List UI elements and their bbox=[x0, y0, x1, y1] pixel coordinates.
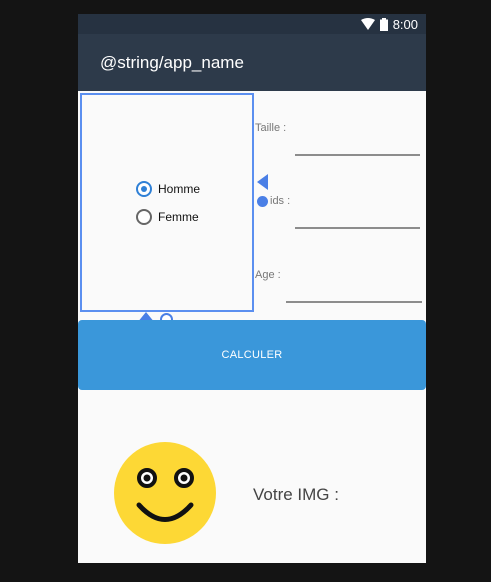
status-bar: 8:00 bbox=[78, 14, 426, 34]
age-input[interactable] bbox=[286, 301, 422, 303]
radio-option-homme[interactable]: Homme bbox=[136, 181, 200, 197]
smiley-icon bbox=[114, 442, 216, 544]
img-result-label: Votre IMG : bbox=[253, 485, 339, 504]
constraint-handle-right[interactable] bbox=[257, 196, 268, 207]
status-icons: 8:00 bbox=[360, 16, 418, 32]
app-bar: @string/app_name bbox=[78, 34, 426, 91]
radio-button-homme[interactable] bbox=[136, 181, 152, 197]
gender-radio-group: Homme Femme bbox=[80, 93, 254, 312]
app-title: @string/app_name bbox=[100, 53, 244, 72]
status-time: 8:00 bbox=[392, 16, 418, 32]
taille-input[interactable] bbox=[295, 154, 420, 156]
radio-label-femme: Femme bbox=[158, 210, 199, 224]
poids-input[interactable] bbox=[295, 227, 420, 229]
radio-button-femme[interactable] bbox=[136, 209, 152, 225]
battery-icon bbox=[379, 17, 388, 31]
age-label: Age : bbox=[255, 269, 281, 281]
calculate-button[interactable]: CALCULER bbox=[78, 320, 426, 390]
phone-screen: 8:00 @string/app_name Homme Femme Taille… bbox=[78, 14, 426, 563]
resize-handle-arrow-icon[interactable] bbox=[257, 174, 268, 190]
radio-option-femme[interactable]: Femme bbox=[136, 209, 199, 225]
poids-label: ids : bbox=[270, 195, 291, 207]
radio-label-homme: Homme bbox=[158, 182, 201, 196]
taille-label: Taille : bbox=[255, 122, 287, 134]
wifi-icon bbox=[360, 18, 375, 30]
